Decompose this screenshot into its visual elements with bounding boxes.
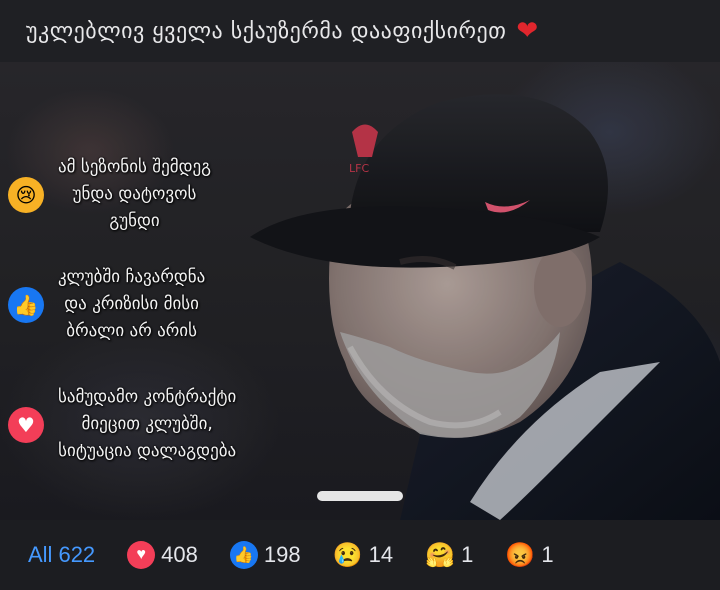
love-icon: ♥ <box>127 541 156 569</box>
angry-icon: 😡 <box>505 541 536 569</box>
tab-angry-reactions[interactable]: 😡 1 <box>505 535 553 575</box>
tab-like-reactions[interactable]: 👍 198 <box>229 535 301 575</box>
all-count: 622 <box>58 542 96 567</box>
red-heart-icon: ❤ <box>516 16 539 46</box>
care-icon: 🤗 <box>425 541 456 569</box>
heart-icon: ♥ <box>8 406 44 443</box>
care-count: 1 <box>461 542 474 567</box>
sad-count: 14 <box>368 542 394 567</box>
reaction-option-like[interactable]: 👍 კლუბში ჩავარდნა და კრიზისი მისი ბრალი … <box>8 264 205 345</box>
reactions-filter-bar: All 622 ♥ 408 👍 198 😢 14 🤗 1 😡 1 <box>0 520 720 590</box>
tab-sad-reactions[interactable]: 😢 14 <box>333 535 393 575</box>
sad-icon: 😢 <box>332 541 363 569</box>
reaction-option-label: კლუბში ჩავარდნა და კრიზისი მისი ბრალი არ… <box>58 267 206 341</box>
sad-face-icon: 😢 <box>8 176 44 213</box>
like-count: 198 <box>263 542 301 567</box>
reaction-option-love[interactable]: ♥ სამუდამო კონტრაქტი მიეცით კლუბში, სიტუ… <box>8 384 236 465</box>
like-icon: 👍 <box>229 541 258 569</box>
post-caption-bar: უკლებლივ ყველა სქაუზერმა დააფიქსირეთ ❤ <box>0 0 720 62</box>
all-label: All <box>28 542 53 567</box>
thumbs-up-icon: 👍 <box>8 286 44 323</box>
home-indicator[interactable] <box>317 491 403 501</box>
post-photo[interactable]: LFC 😢 ამ სეზონის შემდეგ უნდა დატოვოს გუნ… <box>0 62 720 520</box>
post-caption: უკლებლივ ყველა სქაუზერმა დააფიქსირეთ <box>26 18 507 44</box>
reaction-option-label: სამუდამო კონტრაქტი მიეცით კლუბში, სიტუაც… <box>58 387 237 461</box>
tab-care-reactions[interactable]: 🤗 1 <box>425 535 473 575</box>
love-count: 408 <box>161 542 198 567</box>
angry-count: 1 <box>541 542 554 567</box>
tab-love-reactions[interactable]: ♥ 408 <box>127 535 198 575</box>
reaction-option-sad[interactable]: 😢 ამ სეზონის შემდეგ უნდა დატოვოს გუნდი <box>8 154 211 235</box>
reaction-option-label: ამ სეზონის შემდეგ უნდა დატოვოს გუნდი <box>58 157 211 231</box>
tab-all-reactions[interactable]: All 622 <box>28 535 95 575</box>
